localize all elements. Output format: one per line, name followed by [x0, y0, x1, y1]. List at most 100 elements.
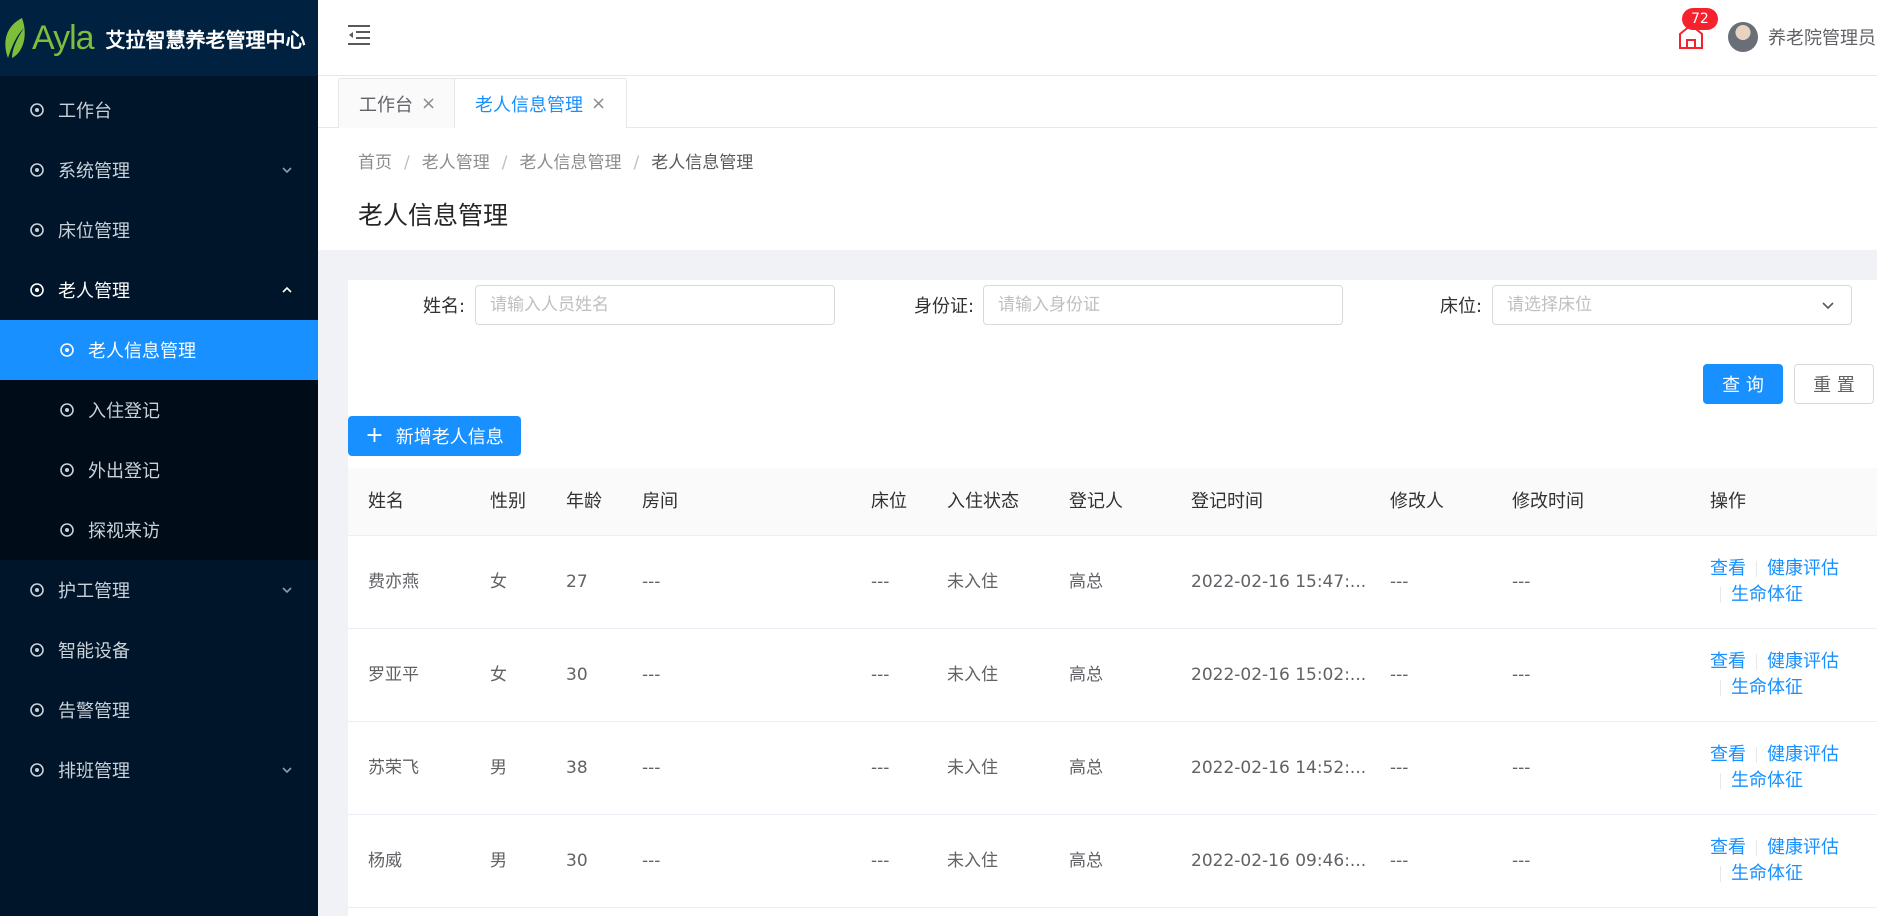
tab-elderly-info[interactable]: 老人信息管理 × [454, 78, 628, 128]
column-header: 床位 [871, 491, 907, 512]
column-header: 入住状态 [947, 491, 1019, 512]
sidebar-item-bed[interactable]: 床位管理 [0, 200, 318, 260]
health-assessment-link[interactable]: 健康评估 [1767, 558, 1839, 579]
breadcrumb-separator: / [501, 153, 508, 173]
sidebar-item-label: 智能设备 [58, 641, 130, 662]
cell-bed: --- [871, 665, 890, 685]
sidebar-item-label: 探视来访 [88, 521, 160, 542]
cell-status: 未入住 [947, 572, 998, 592]
column-header: 修改人 [1390, 491, 1444, 512]
elderly-table: 姓名 性别 年龄 房间 床位 入住状态 登记人 登记时间 修改人 修改时间 操作… [348, 468, 1877, 908]
column-header: 性别 [490, 491, 526, 512]
plus-icon: + [365, 423, 384, 448]
row-actions: 查看 健康评估 生命体征 [1710, 742, 1860, 794]
view-link[interactable]: 查看 [1710, 744, 1746, 765]
sidebar-item-system[interactable]: 系统管理 [0, 140, 318, 200]
close-icon[interactable]: × [591, 93, 606, 114]
cell-registrar: 高总 [1069, 758, 1103, 778]
cell-room: --- [642, 572, 661, 592]
sidebar-item-outing[interactable]: 外出登记 [0, 440, 318, 500]
query-button[interactable]: 查 询 [1703, 364, 1783, 404]
sidebar-item-schedule[interactable]: 排班管理 [0, 740, 318, 800]
bed-select[interactable] [1492, 285, 1852, 325]
chevron-down-icon [1822, 302, 1834, 310]
name-input[interactable] [475, 285, 835, 325]
cell-modifier: --- [1390, 758, 1409, 778]
vital-signs-link[interactable]: 生命体征 [1731, 770, 1803, 791]
view-link[interactable]: 查看 [1710, 651, 1746, 672]
column-header: 房间 [642, 491, 678, 512]
health-assessment-link[interactable]: 健康评估 [1767, 837, 1839, 858]
cell-name: 苏荣飞 [368, 758, 419, 778]
eye-icon [30, 703, 44, 717]
sidebar-item-label: 排班管理 [58, 761, 130, 782]
column-header: 年龄 [566, 491, 602, 512]
chevron-down-icon [282, 767, 292, 774]
vital-signs-link[interactable]: 生命体征 [1731, 677, 1803, 698]
sidebar-item-label: 外出登记 [88, 461, 160, 482]
name-label: 姓名: [423, 296, 466, 317]
column-header: 姓名 [368, 491, 404, 512]
sidebar-item-alarms[interactable]: 告警管理 [0, 680, 318, 740]
column-header: 修改时间 [1512, 491, 1584, 512]
cell-bed: --- [871, 851, 890, 871]
cell-gender: 女 [490, 665, 507, 685]
add-elderly-button[interactable]: + 新增老人信息 [348, 416, 521, 456]
bed-label: 床位: [1440, 296, 1483, 317]
cell-room: --- [642, 665, 661, 685]
cell-registrar: 高总 [1069, 572, 1103, 592]
table-row: 苏荣飞 男 38 --- --- 未入住 高总 2022-02-16 14:52… [348, 722, 1877, 815]
cell-gender: 男 [490, 758, 507, 778]
tab-workbench[interactable]: 工作台 × [338, 78, 458, 128]
sidebar-item-elderly-info[interactable]: 老人信息管理 [0, 320, 318, 380]
cell-modifier: --- [1390, 572, 1409, 592]
chevron-up-icon [282, 286, 292, 293]
eye-icon [30, 763, 44, 777]
divider [1756, 747, 1757, 763]
cell-registrar: 高总 [1069, 851, 1103, 871]
divider [1756, 654, 1757, 670]
vital-signs-link[interactable]: 生命体征 [1731, 863, 1803, 884]
sidebar-item-caregiver[interactable]: 护工管理 [0, 560, 318, 620]
id-card-input[interactable] [983, 285, 1343, 325]
breadcrumb-separator: / [633, 153, 640, 173]
cell-mod-time: --- [1512, 851, 1531, 871]
sidebar-item-devices[interactable]: 智能设备 [0, 620, 318, 680]
view-link[interactable]: 查看 [1710, 837, 1746, 858]
logo: Ayla 艾拉智慧养老管理中心 [0, 0, 318, 76]
top-header: 72 养老院管理员 [318, 0, 1877, 76]
close-icon[interactable]: × [421, 93, 436, 114]
breadcrumb-elderly-info[interactable]: 老人信息管理 [519, 153, 621, 173]
avatar[interactable] [1728, 22, 1758, 52]
cell-mod-time: --- [1512, 665, 1531, 685]
breadcrumb-home[interactable]: 首页 [358, 153, 392, 173]
sidebar-item-label: 工作台 [58, 101, 112, 122]
sidebar-item-label: 入住登记 [88, 401, 160, 422]
elderly-submenu: 老人信息管理 入住登记 外出登记 探视来访 [0, 320, 318, 560]
sidebar-item-visits[interactable]: 探视来访 [0, 500, 318, 560]
sidebar-item-label: 告警管理 [58, 701, 130, 722]
column-header: 操作 [1710, 491, 1746, 512]
brand-name: Ayla [32, 18, 95, 57]
cell-gender: 女 [490, 572, 507, 592]
view-link[interactable]: 查看 [1710, 558, 1746, 579]
chevron-down-icon [282, 167, 292, 174]
breadcrumb-separator: / [404, 153, 410, 173]
table-row: 费亦燕 女 27 --- --- 未入住 高总 2022-02-16 15:47… [348, 536, 1877, 629]
breadcrumb: 首页 / 老人管理 / 老人信息管理 / 老人信息管理 [358, 148, 753, 173]
table-row: 杨威 男 30 --- --- 未入住 高总 2022-02-16 09:46:… [348, 815, 1877, 908]
sidebar-item-workbench[interactable]: 工作台 [0, 80, 318, 140]
sidebar-item-checkin[interactable]: 入住登记 [0, 380, 318, 440]
vital-signs-link[interactable]: 生命体征 [1731, 584, 1803, 605]
cell-reg-time: 2022-02-16 09:46:... [1191, 851, 1367, 871]
health-assessment-link[interactable]: 健康评估 [1767, 744, 1839, 765]
eye-icon [30, 283, 44, 297]
health-assessment-link[interactable]: 健康评估 [1767, 651, 1839, 672]
cell-status: 未入住 [947, 665, 998, 685]
app-title: 艾拉智慧养老管理中心 [105, 27, 306, 52]
reset-button[interactable]: 重 置 [1794, 364, 1874, 404]
user-name[interactable]: 养老院管理员 [1768, 24, 1876, 50]
breadcrumb-elderly[interactable]: 老人管理 [422, 153, 490, 173]
menu-fold-icon[interactable] [346, 22, 372, 48]
sidebar-item-elderly[interactable]: 老人管理 [0, 260, 318, 320]
